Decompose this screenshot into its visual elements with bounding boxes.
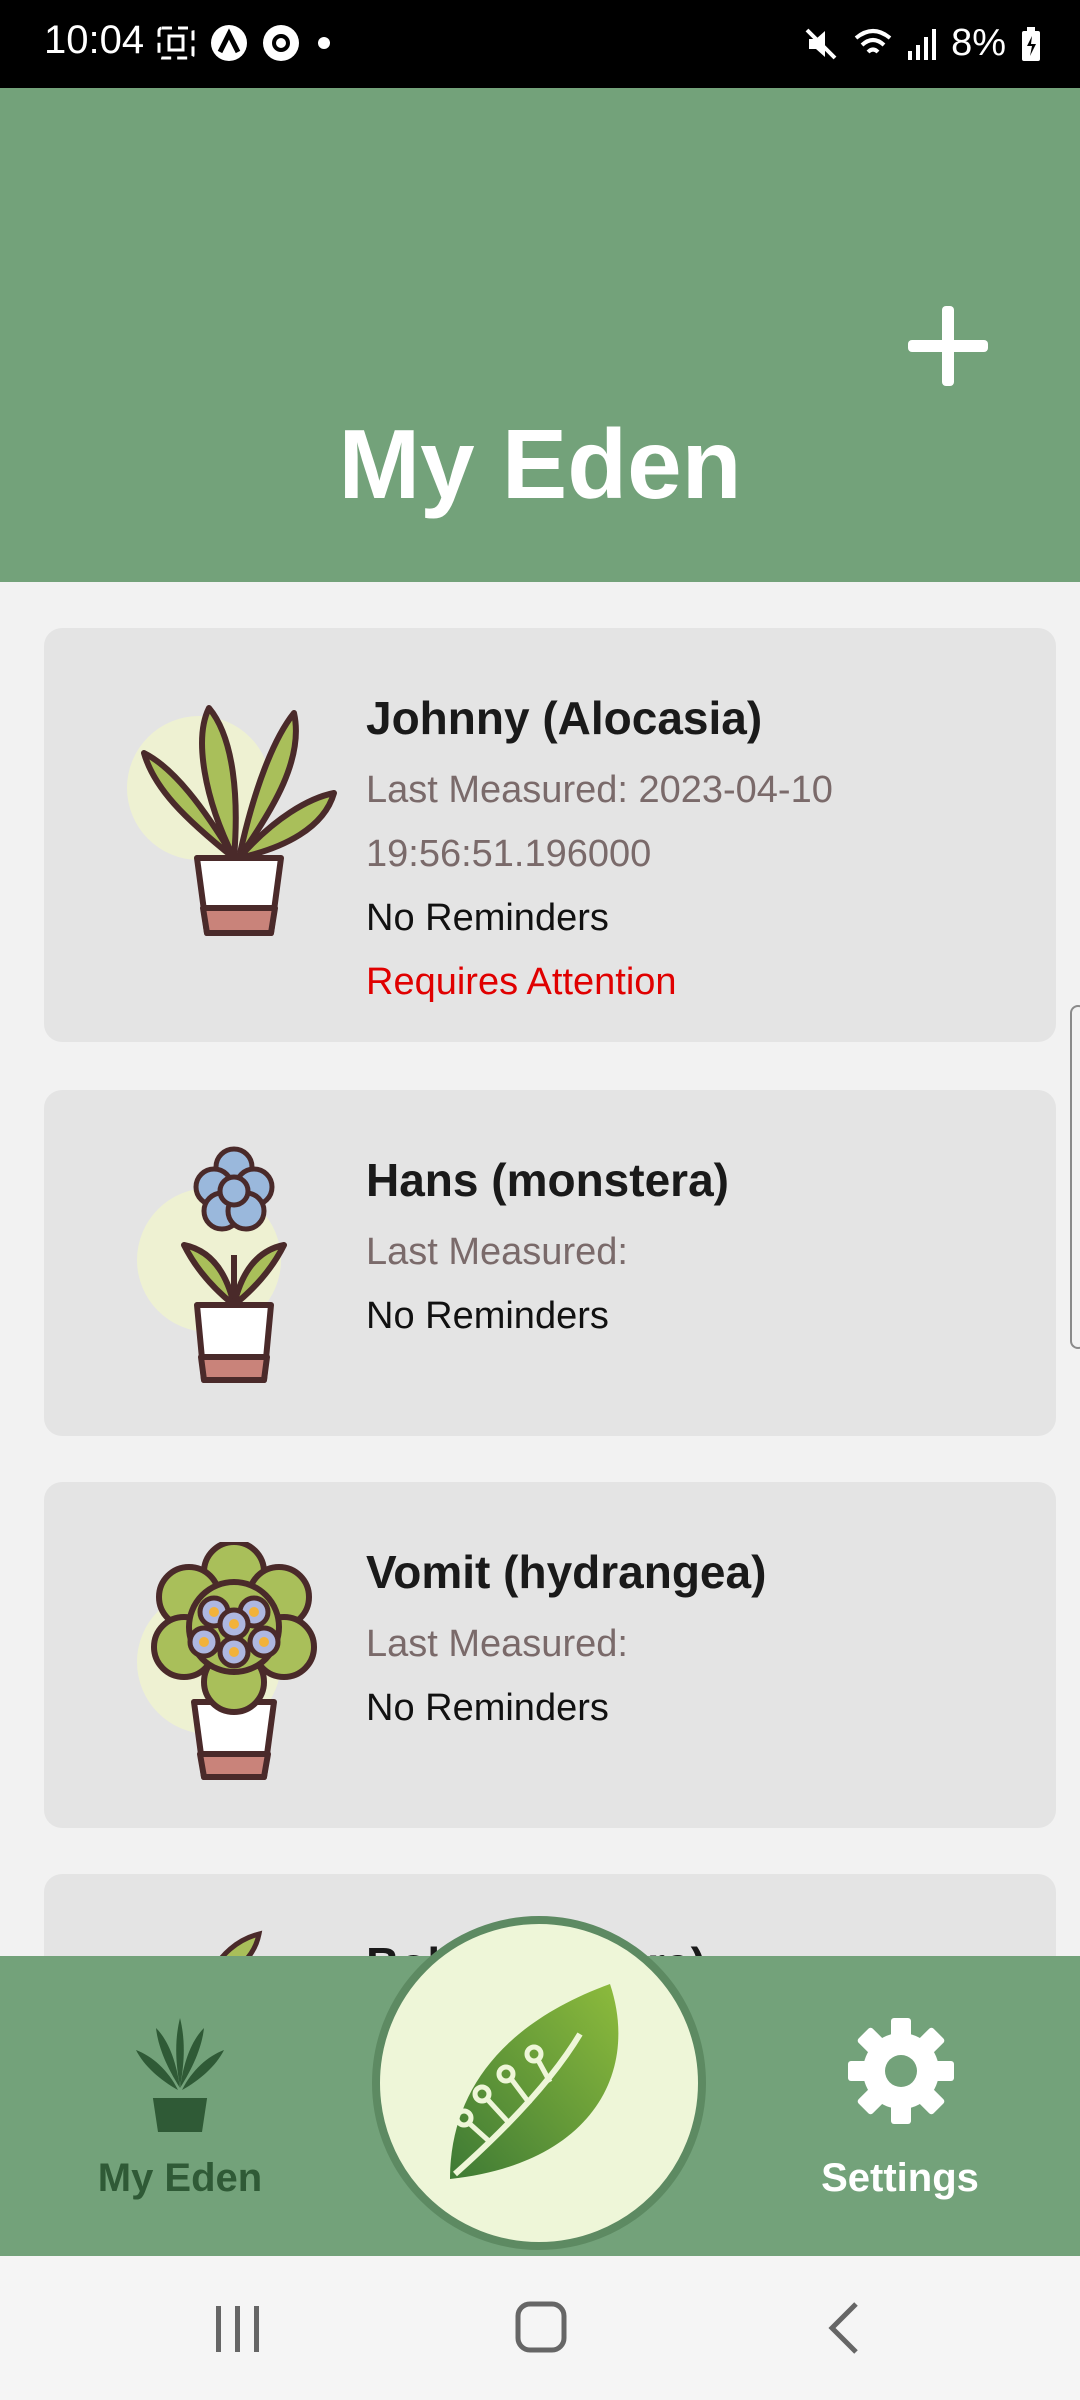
screenshot-icon: [157, 26, 195, 60]
signal-icon: [908, 28, 937, 60]
nav-settings-label: Settings: [821, 2156, 979, 2200]
status-time: 10:04: [44, 18, 145, 62]
reminders-status: No Reminders: [366, 1295, 609, 1337]
chrome-icon: [263, 25, 299, 61]
app-header: My Eden: [0, 88, 1080, 582]
reminders-status: No Reminders: [366, 897, 609, 939]
last-measured-time: 19:56:51.196000: [366, 833, 652, 875]
last-measured: Last Measured:: [366, 1231, 628, 1273]
nav-settings[interactable]: Settings: [780, 2016, 1020, 2226]
home-icon[interactable]: [514, 2300, 568, 2354]
recent-apps-icon[interactable]: [212, 2304, 264, 2354]
plant-icon: [136, 2018, 224, 2132]
page-title: My Eden: [338, 409, 742, 519]
plus-icon: [908, 306, 988, 386]
plant-card-johnny[interactable]: Johnny (Alocasia) Last Measured: 2023-04…: [44, 628, 1056, 1042]
status-bar: 10:04 8%: [0, 0, 1080, 88]
plant-name: Johnny (Alocasia): [366, 692, 763, 744]
blue-flower-plant-icon: [137, 1146, 287, 1383]
last-measured: Last Measured: 2023-04-10: [366, 769, 833, 811]
plant-name: Vomit (hydrangea): [366, 1546, 767, 1598]
plant-list[interactable]: Johnny (Alocasia) Last Measured: 2023-04…: [0, 582, 1080, 1956]
last-measured: Last Measured:: [366, 1623, 628, 1665]
hydrangea-plant-icon: [137, 1542, 317, 1780]
app-a-icon: [211, 25, 247, 61]
add-plant-button[interactable]: [900, 298, 996, 394]
back-icon[interactable]: [820, 2300, 870, 2356]
plant-card-vomit[interactable]: Vomit (hydrangea) Last Measured: No Remi…: [44, 1482, 1056, 1828]
nav-my-eden-label: My Eden: [97, 2156, 263, 2200]
battery-percent: 8%: [951, 22, 1006, 64]
center-action-button[interactable]: [372, 1916, 706, 2250]
scrollbar[interactable]: [1070, 1005, 1080, 1349]
battery-icon: [1022, 26, 1040, 61]
gear-icon: [848, 2018, 954, 2124]
attention-warning: Requires Attention: [366, 961, 677, 1003]
plant-card-hans[interactable]: Hans (monstera) Last Measured: No Remind…: [44, 1090, 1056, 1436]
mute-icon: [805, 28, 837, 59]
plant-name: Hans (monstera): [366, 1154, 729, 1206]
dot-icon: [318, 37, 330, 49]
plant-leaf-icon: [219, 1930, 263, 1956]
system-navigation-bar: [0, 2256, 1080, 2400]
leaf-circuit-icon: [450, 1984, 619, 2179]
reminders-status: No Reminders: [366, 1687, 609, 1729]
wifi-icon: [854, 28, 892, 53]
alocasia-plant-icon: [127, 705, 337, 936]
nav-my-eden[interactable]: My Eden: [60, 2016, 300, 2226]
